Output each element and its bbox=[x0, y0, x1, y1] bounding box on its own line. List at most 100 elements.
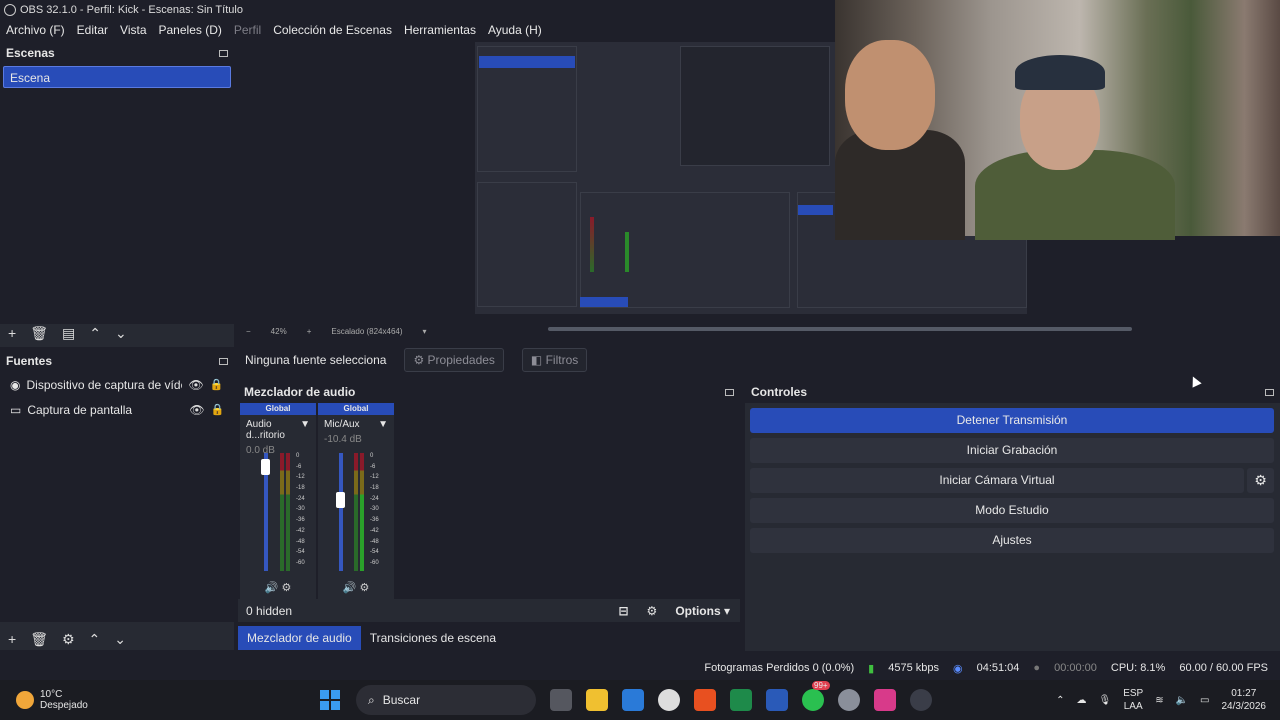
eye-icon[interactable]: 👁 bbox=[189, 403, 204, 417]
start-recording-button[interactable]: Iniciar Grabación bbox=[750, 438, 1274, 463]
chevron-up-icon[interactable]: ⌃ bbox=[1056, 695, 1064, 706]
source-settings-icon[interactable]: ⚙ bbox=[62, 631, 75, 648]
taskbar-search[interactable]: ⌕ Buscar bbox=[356, 685, 536, 715]
source-item[interactable]: ◉ Dispositivo de captura de vídeo 👁 🔒 bbox=[0, 372, 234, 397]
options-button[interactable]: Options ▾ bbox=[675, 604, 730, 618]
stop-stream-button[interactable]: Detener Transmisión bbox=[750, 408, 1274, 433]
undock-icon[interactable] bbox=[219, 357, 228, 365]
remove-scene-icon[interactable]: 🗑 bbox=[30, 325, 48, 342]
source-item[interactable]: ▭ Captura de pantalla 👁 🔒 bbox=[0, 397, 234, 422]
menu-coleccion[interactable]: Colección de Escenas bbox=[273, 23, 392, 37]
fader-knob[interactable] bbox=[336, 492, 345, 508]
meter-tick: -42 bbox=[296, 527, 305, 534]
camera-icon: ◉ bbox=[10, 377, 21, 392]
scale-dropdown-icon[interactable]: ▾ bbox=[423, 327, 427, 336]
undock-icon[interactable] bbox=[219, 49, 228, 57]
menu-vista[interactable]: Vista bbox=[120, 23, 146, 37]
obs-icon[interactable] bbox=[910, 689, 932, 711]
mixer-channel: Global Audio d...ritorio ▼ 0.0 dB 0 -6 -12-… bbox=[240, 403, 316, 599]
onedrive-icon[interactable]: ☁ bbox=[1076, 695, 1086, 706]
menu-ayuda[interactable]: Ayuda (H) bbox=[488, 23, 542, 37]
menu-perfil[interactable]: Perfil bbox=[234, 23, 261, 37]
undock-icon[interactable] bbox=[1265, 388, 1274, 396]
battery-icon[interactable]: ▭ bbox=[1200, 695, 1209, 706]
add-source-icon[interactable]: + bbox=[8, 631, 16, 647]
meter-tick: -60 bbox=[296, 559, 305, 566]
weather-widget[interactable]: 10°C Despejado bbox=[0, 689, 320, 711]
excel-icon[interactable] bbox=[730, 689, 752, 711]
meter-tick: -6 bbox=[296, 463, 302, 470]
file-explorer-icon[interactable] bbox=[586, 689, 608, 711]
settings-icon[interactable] bbox=[838, 689, 860, 711]
lock-icon[interactable]: 🔒 bbox=[210, 378, 224, 391]
properties-button[interactable]: ⚙ Propiedades bbox=[404, 348, 504, 372]
start-virtual-camera-button[interactable]: Iniciar Cámara Virtual bbox=[750, 468, 1244, 493]
volume-meter: 0 -6 -12 -18 -24 -30 -36 -42 -48 -54 -60 bbox=[318, 453, 390, 571]
filters-button[interactable]: ◧ Filtros bbox=[521, 348, 588, 372]
advanced-audio-icon[interactable]: ⚙ bbox=[647, 604, 658, 618]
language-indicator[interactable]: ESP LAA bbox=[1123, 687, 1143, 713]
speaker-icon[interactable]: 🔊 bbox=[265, 582, 279, 594]
properties-label: Propiedades bbox=[427, 353, 495, 367]
menu-herramientas[interactable]: Herramientas bbox=[404, 23, 476, 37]
webcam-feed-image bbox=[835, 0, 1280, 240]
zoom-out-button[interactable]: − bbox=[246, 327, 251, 336]
brave-icon[interactable] bbox=[694, 689, 716, 711]
zoom-in-button[interactable]: + bbox=[307, 327, 312, 336]
volume-fader[interactable] bbox=[339, 453, 343, 571]
monitor-config-icon[interactable]: ⚙ bbox=[281, 582, 291, 594]
scene-filters-icon[interactable]: ▤ bbox=[62, 325, 75, 342]
remove-source-icon[interactable]: 🗑 bbox=[30, 631, 48, 648]
settings-button[interactable]: Ajustes bbox=[750, 528, 1274, 553]
dropdown-icon[interactable]: ▼ bbox=[300, 419, 310, 441]
volume-icon[interactable]: 🔈 bbox=[1176, 695, 1188, 706]
dropped-frames: Fotogramas Perdidos 0 (0.0%) bbox=[704, 662, 855, 674]
menu-editar[interactable]: Editar bbox=[77, 23, 108, 37]
clock-time: 01:27 bbox=[1231, 688, 1257, 699]
store-icon[interactable] bbox=[622, 689, 644, 711]
move-up-icon[interactable]: ⌃ bbox=[89, 325, 101, 342]
lang-code: ESP bbox=[1123, 688, 1144, 699]
task-view-icon[interactable] bbox=[550, 689, 572, 711]
clock[interactable]: 01:27 24/3/2026 bbox=[1222, 687, 1267, 713]
layout-icon[interactable]: ⊟ bbox=[618, 604, 628, 618]
undock-icon[interactable] bbox=[725, 388, 734, 396]
microphone-icon[interactable]: 🎙 bbox=[1098, 695, 1111, 706]
windows-start-icon[interactable] bbox=[320, 690, 340, 710]
chatgpt-icon[interactable] bbox=[658, 689, 680, 711]
menu-archivo[interactable]: Archivo (F) bbox=[6, 23, 65, 37]
hidden-count[interactable]: 0 hidden bbox=[246, 604, 292, 618]
meter-scale: 0 -6 -12 -18 -24 -30 -36 -42 -48 -54 -60 bbox=[370, 453, 379, 571]
word-icon[interactable] bbox=[766, 689, 788, 711]
tab-scene-transitions[interactable]: Transiciones de escena bbox=[361, 626, 505, 650]
wifi-icon[interactable]: ≋ bbox=[1155, 695, 1163, 706]
meter-tick: -48 bbox=[370, 538, 379, 545]
notification-badge: 99+ bbox=[812, 681, 830, 690]
scale-mode[interactable]: Escalado (824x464) bbox=[331, 327, 402, 336]
selected-source-label: Ninguna fuente selecciona bbox=[245, 353, 387, 367]
preview-scrollbar[interactable] bbox=[548, 327, 1132, 331]
fader-knob[interactable] bbox=[261, 459, 270, 475]
move-down-icon[interactable]: ⌄ bbox=[115, 325, 127, 342]
move-up-icon[interactable]: ⌃ bbox=[89, 631, 101, 648]
studio-mode-button[interactable]: Modo Estudio bbox=[750, 498, 1274, 523]
lock-icon[interactable]: 🔒 bbox=[211, 403, 225, 416]
virtual-camera-settings-icon[interactable]: ⚙ bbox=[1247, 468, 1274, 493]
mixer-footer: 0 hidden ⊟ ⚙ Options ▾ bbox=[238, 600, 740, 622]
weather-condition: Despejado bbox=[40, 700, 88, 711]
monitor-config-icon[interactable]: ⚙ bbox=[359, 582, 369, 594]
eye-icon[interactable]: 👁 bbox=[188, 378, 203, 392]
channel-name: Mic/Aux bbox=[324, 419, 360, 430]
scene-item[interactable]: Escena bbox=[3, 66, 231, 88]
temperature: 10°C bbox=[40, 689, 63, 700]
speaker-icon[interactable]: 🔊 bbox=[343, 582, 357, 594]
move-down-icon[interactable]: ⌄ bbox=[114, 631, 126, 648]
menu-paneles[interactable]: Paneles (D) bbox=[159, 23, 222, 37]
dropdown-icon[interactable]: ▼ bbox=[378, 419, 388, 430]
instagram-icon[interactable] bbox=[874, 689, 896, 711]
meter-tick: -24 bbox=[370, 495, 379, 502]
tab-audio-mixer[interactable]: Mezclador de audio bbox=[238, 626, 361, 650]
whatsapp-icon[interactable]: 99+ bbox=[802, 681, 830, 711]
add-scene-icon[interactable]: + bbox=[8, 325, 16, 341]
windows-taskbar: 10°C Despejado ⌕ Buscar 99+ ⌃ ☁ 🎙 ESP LAA ≋… bbox=[0, 680, 1280, 720]
